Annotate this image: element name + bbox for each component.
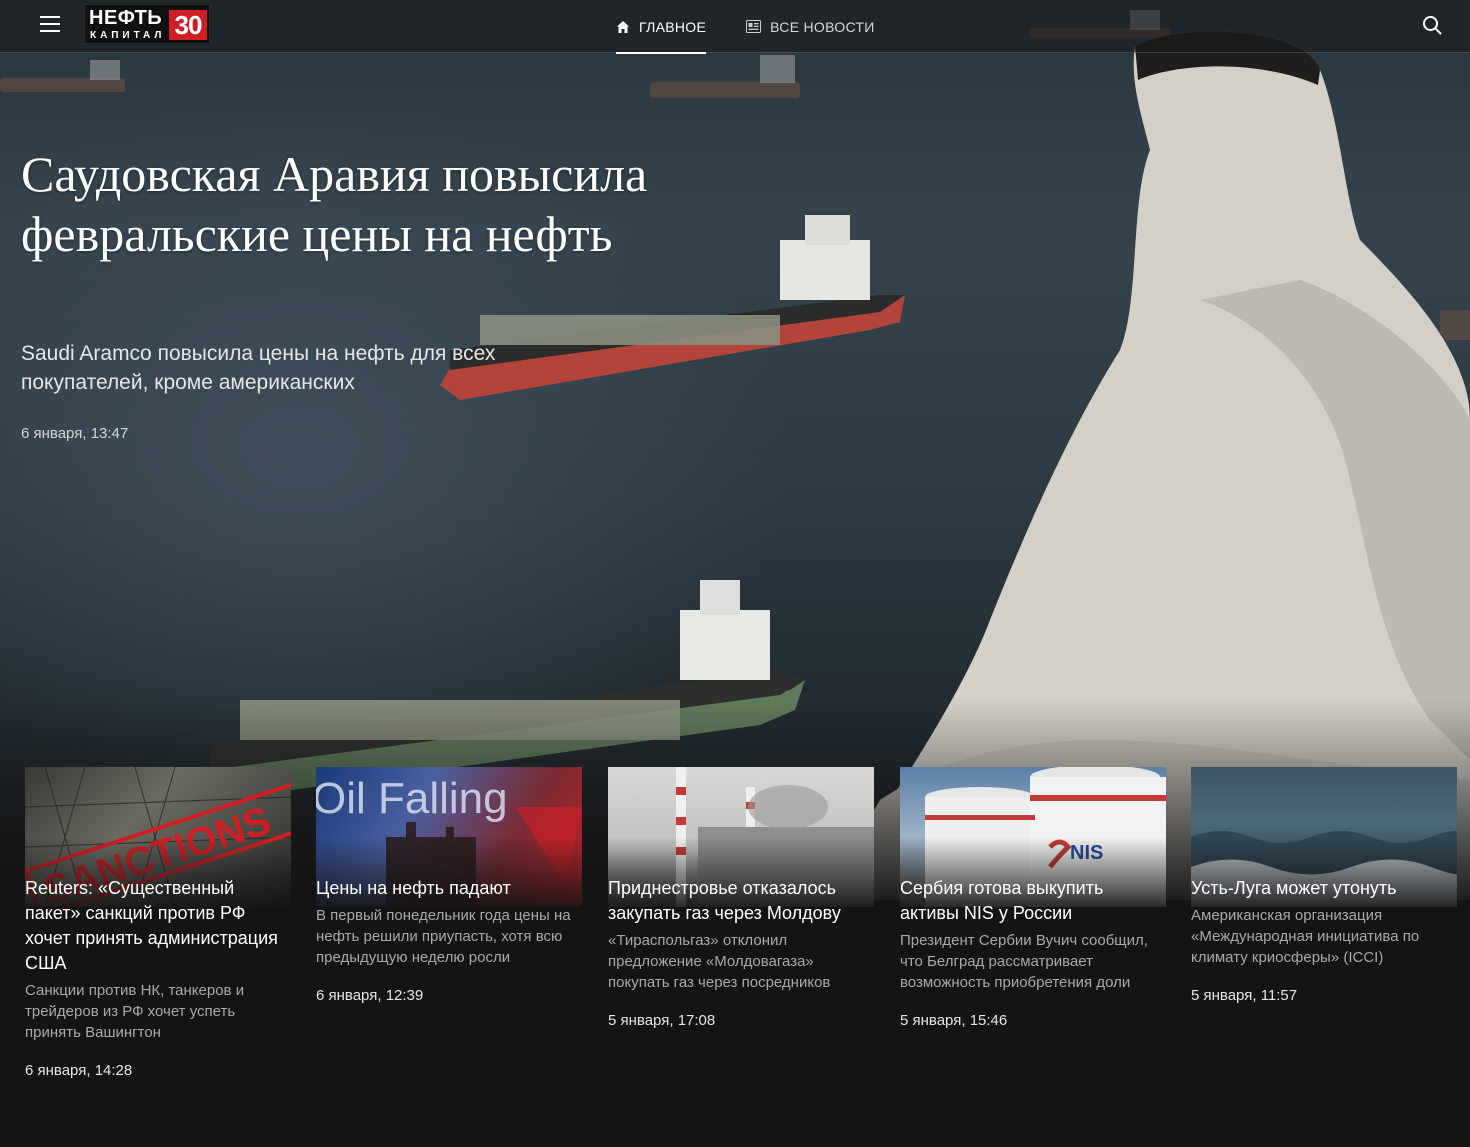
- nav-item-home[interactable]: ГЛАВНОЕ: [616, 0, 707, 54]
- site-header: НЕФТЬ КАПИТАЛ 30 ГЛАВНОЕ ВСЕ НОВОСТИ: [0, 0, 1470, 54]
- news-card-date: 5 января, 15:46: [900, 1012, 1008, 1029]
- menu-icon[interactable]: [40, 16, 60, 34]
- search-icon[interactable]: [1422, 15, 1442, 35]
- nav-item-all-news[interactable]: ВСЕ НОВОСТИ: [746, 0, 875, 53]
- logo-anniversary-badge: 30: [169, 10, 207, 40]
- news-card-title[interactable]: Reuters: «Существенный пакет» санкций пр…: [25, 876, 291, 976]
- home-icon: [616, 20, 630, 34]
- news-card[interactable]: NIS Сербия готова выкупить активы NIS у …: [900, 767, 1166, 1029]
- news-card-date: 5 января, 17:08: [608, 1012, 716, 1029]
- nis-logo-text: NIS: [1070, 842, 1103, 864]
- news-card-title[interactable]: Сербия готова выкупить активы NIS у Росс…: [900, 876, 1166, 926]
- news-card-description: В первый понедельник года цены на нефть …: [316, 907, 571, 966]
- logo-word-top: НЕФТЬ: [89, 7, 163, 29]
- news-card-description: Президент Сербии Вучич сообщил, что Белг…: [900, 932, 1148, 991]
- news-card[interactable]: SANCTIONS Reuters: «Существенный пакет» …: [25, 767, 291, 1079]
- newspaper-icon: [746, 20, 762, 33]
- hero-image: [0, 0, 1470, 900]
- hero-date: 6 января, 13:47: [21, 425, 129, 442]
- hero-headline[interactable]: Саудовская Аравия повысила февральские ц…: [21, 144, 721, 264]
- news-card-title[interactable]: Цены на нефть падают: [316, 876, 582, 901]
- hero-subtitle: Saudi Aramco повысила цены на нефть для …: [21, 342, 496, 394]
- news-card-date: 6 января, 14:28: [25, 1062, 133, 1079]
- news-card[interactable]: Приднестровье отказалось закупать газ че…: [608, 767, 874, 1029]
- news-card-title[interactable]: Приднестровье отказалось закупать газ че…: [608, 876, 874, 926]
- news-card-description: «Тираспольгаз» отклонил предложение «Мол…: [608, 932, 831, 991]
- main-nav: ГЛАВНОЕ ВСЕ НОВОСТИ: [616, 0, 915, 54]
- news-card-date: 5 января, 11:57: [1191, 987, 1298, 1004]
- news-card[interactable]: Усть-Луга может утонуть Американская орг…: [1191, 767, 1457, 1004]
- hero-illustration: [0, 10, 1470, 900]
- news-card[interactable]: Oil Falling Цены на нефть падают В первы…: [316, 767, 582, 1004]
- news-card-description: Санкции против НК, танкеров и трейдеров …: [25, 982, 245, 1041]
- nav-item-home-label: ГЛАВНОЕ: [639, 18, 707, 35]
- news-card-description: Американская организация «Международная …: [1191, 907, 1420, 966]
- news-card-date: 6 января, 12:39: [316, 987, 424, 1004]
- logo-word-bottom: КАПИТАЛ: [90, 30, 166, 41]
- oil-falling-text: Oil Falling: [316, 774, 508, 823]
- site-logo[interactable]: НЕФТЬ КАПИТАЛ 30: [84, 4, 210, 44]
- news-card-title[interactable]: Усть-Луга может утонуть: [1191, 876, 1457, 901]
- nav-item-all-news-label: ВСЕ НОВОСТИ: [770, 18, 875, 35]
